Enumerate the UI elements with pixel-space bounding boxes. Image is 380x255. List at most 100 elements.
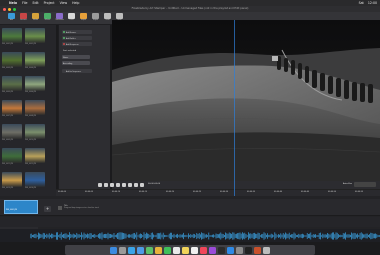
media-filename: IMG_0005.JPG <box>2 92 14 93</box>
zoom-select[interactable] <box>354 182 376 187</box>
menu-clock[interactable]: 12:00 <box>368 1 377 5</box>
media-thumbnail[interactable] <box>2 124 22 139</box>
menu-help[interactable]: Help <box>72 1 79 5</box>
toolbar-import-button[interactable]: Import <box>78 13 89 24</box>
video-preview[interactable] <box>112 20 380 181</box>
dock-trash-icon[interactable] <box>263 246 270 254</box>
dock-terminal-icon[interactable] <box>245 246 252 254</box>
toolbar-button-label: Undo <box>105 20 110 21</box>
toolbar-button-label: Remove <box>20 20 27 21</box>
add-track-button[interactable]: + <box>44 206 51 212</box>
ruler-tick-label: 00:00:00 <box>58 191 67 193</box>
media-filename: IMG_0011.JPG <box>2 164 14 165</box>
play-button[interactable] <box>116 182 120 187</box>
import-icon <box>80 13 87 19</box>
remove-icon <box>20 13 27 19</box>
ruler-tick-label: 00:00:20 <box>166 191 175 193</box>
timeline-clip[interactable]: IMG_0001.JPG <box>4 200 38 214</box>
menu-edit[interactable]: Edit <box>32 1 38 5</box>
close-window-button[interactable] <box>3 7 6 11</box>
dock-facetime-icon[interactable] <box>164 246 171 254</box>
dock-finder-icon[interactable] <box>110 246 117 254</box>
menu-file[interactable]: File <box>22 1 27 5</box>
fast-forward-button[interactable] <box>128 182 132 187</box>
toolbar-effects-button[interactable]: Effects <box>42 13 53 24</box>
media-thumbnail[interactable] <box>25 124 45 139</box>
toolbar-button-label: Media <box>33 20 38 21</box>
dock-tv-icon[interactable] <box>218 246 225 254</box>
media-thumbnail[interactable] <box>2 148 22 163</box>
playhead[interactable] <box>234 20 235 196</box>
rewind-button[interactable] <box>98 182 102 187</box>
ruler-tick-label: 00:00:50 <box>328 191 337 193</box>
media-thumbnail[interactable] <box>25 100 45 115</box>
zoom-window-button[interactable] <box>13 7 16 11</box>
preview-frame-image <box>112 20 380 181</box>
timeline-ruler[interactable]: 00:00:00 00:00:05 00:00:10 00:00:15 00:00:20… <box>56 189 380 196</box>
dock-settings-icon[interactable] <box>236 246 243 254</box>
sort-field-select[interactable]: Name <box>62 55 90 59</box>
stop-button[interactable] <box>110 182 114 187</box>
sort-order-value: Ascending <box>63 63 73 65</box>
media-thumbnail[interactable] <box>25 76 45 91</box>
toolbar-transitions-button[interactable]: Transitions <box>54 13 65 24</box>
ruler-tick-label: 00:00:45 <box>301 191 310 193</box>
mark-in-button[interactable] <box>134 182 138 187</box>
dock-mail-icon[interactable] <box>137 246 144 254</box>
media-thumbnail[interactable] <box>25 148 45 163</box>
media-filename: IMG_0009.JPG <box>2 140 14 141</box>
overlay-track[interactable] <box>0 217 380 227</box>
media-filename: IMG_0014.JPG <box>25 188 37 189</box>
dock-calendar-icon[interactable] <box>173 246 180 254</box>
media-thumbnail[interactable] <box>25 28 45 43</box>
panel-item-icon <box>63 37 65 39</box>
add-to-sequence-button[interactable]: Add to Sequence <box>62 69 92 73</box>
undo-icon <box>104 13 111 19</box>
dock-safari-icon[interactable] <box>128 246 135 254</box>
mark-out-button[interactable] <box>140 182 144 187</box>
dock-appstore-icon[interactable] <box>227 246 234 254</box>
ruler-tick-label: 00:00:05 <box>85 191 94 193</box>
media-thumbnail[interactable] <box>25 52 45 67</box>
dock-podcasts-icon[interactable] <box>209 246 216 254</box>
media-thumbnail[interactable] <box>2 28 22 43</box>
dock-maps-icon[interactable] <box>146 246 153 254</box>
toolbar-media-button[interactable]: Media <box>30 13 41 24</box>
media-thumbnail[interactable] <box>25 172 45 187</box>
menu-project[interactable]: Project <box>44 1 55 5</box>
toolbar-button-label: Effects <box>44 20 51 21</box>
dock-music-icon[interactable] <box>200 246 207 254</box>
step-forward-button[interactable] <box>122 182 126 187</box>
dock-editor-icon[interactable] <box>254 246 261 254</box>
dock-reminders-icon[interactable] <box>191 246 198 254</box>
media-filename: IMG_0001.JPG <box>2 44 14 45</box>
add-source-button[interactable]: Add Source <box>62 30 92 34</box>
dock-photos-icon[interactable] <box>155 246 162 254</box>
step-back-button[interactable] <box>104 182 108 187</box>
menu-view[interactable]: View <box>60 1 68 5</box>
add-folder-button[interactable]: Add Folder <box>62 36 92 40</box>
media-filename: IMG_0012.JPG <box>25 164 37 165</box>
dock-notes-icon[interactable] <box>182 246 189 254</box>
media-thumbnail[interactable] <box>2 172 22 187</box>
add-icon <box>8 13 15 19</box>
toolbar-remove-button[interactable]: Remove <box>18 13 29 24</box>
menu-app[interactable]: Nelo <box>9 1 17 5</box>
media-filename: IMG_0010.JPG <box>25 140 37 141</box>
media-thumbnail[interactable] <box>2 52 22 67</box>
dock-launchpad-icon[interactable] <box>119 246 126 254</box>
add-sequence-button[interactable]: Add Sequence <box>62 42 92 46</box>
media-filename: IMG_0003.JPG <box>2 68 14 69</box>
video-track[interactable] <box>0 199 380 216</box>
toolbar-button-label: Transitions <box>55 20 64 21</box>
sort-order-select[interactable]: Ascending <box>62 61 90 65</box>
toolbar-add-button[interactable]: Add <box>6 13 17 24</box>
media-icon <box>32 13 39 19</box>
toolbar-export-button[interactable]: Export <box>90 13 101 24</box>
minimize-window-button[interactable] <box>8 7 11 11</box>
toolbar-titles-button[interactable]: Titles <box>66 13 77 24</box>
media-filename: IMG_0008.JPG <box>25 116 37 117</box>
media-thumbnail[interactable] <box>2 100 22 115</box>
toolbar-button-label: Titles <box>69 20 74 21</box>
media-thumbnail[interactable] <box>2 76 22 91</box>
